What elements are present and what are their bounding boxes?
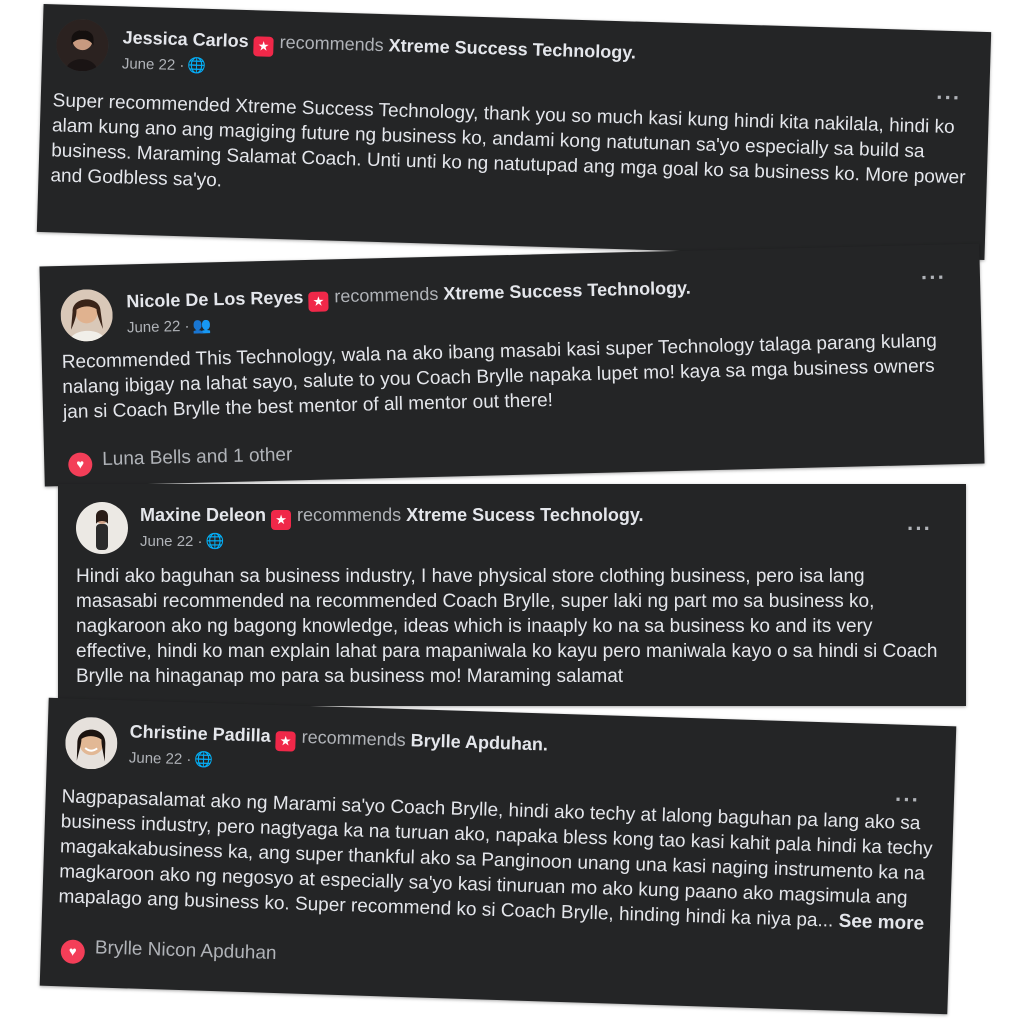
- recommendation-post-4: Christine Padilla ★ recommends Brylle Apduh…: [39, 697, 957, 1015]
- heart-icon: ♥: [68, 452, 93, 477]
- author-name[interactable]: Nicole De Los Reyes: [126, 287, 304, 311]
- heart-icon: ♥: [60, 939, 86, 965]
- post-meta: June 22 · 🌐: [122, 54, 207, 74]
- reactions-summary[interactable]: ♥ Brylle Nicon Apduhan: [60, 936, 277, 970]
- avatar[interactable]: [76, 502, 128, 554]
- avatar[interactable]: [55, 18, 110, 72]
- post-header: Nicole De Los Reyes ★ recommends Xtreme Suc…: [126, 277, 691, 312]
- globe-icon: 🌐: [187, 57, 207, 75]
- reactions-summary[interactable]: ♥ Luna Bells and 1 other: [68, 444, 293, 477]
- recommendation-badge-icon: ★: [308, 291, 329, 312]
- more-options-icon[interactable]: ···: [907, 518, 932, 540]
- friends-icon: 👥: [192, 317, 212, 335]
- globe-icon: 🌐: [194, 751, 214, 769]
- see-more-link[interactable]: See more: [838, 911, 924, 935]
- avatar[interactable]: [60, 288, 114, 343]
- recommendation-post-3: Maxine Deleon ★ recommends Xtreme Sucess Te…: [58, 484, 966, 706]
- post-text: Nagpapasalamat ako ng Marami sa'yo Coach…: [58, 784, 937, 936]
- post-text: Hindi ako baguhan sa business industry, …: [76, 566, 938, 687]
- more-options-icon[interactable]: ···: [936, 85, 962, 111]
- recommends-text: recommends: [297, 505, 402, 525]
- post-meta: June 22 · 🌐: [129, 748, 214, 769]
- recommends-text: recommends: [301, 726, 407, 751]
- more-options-icon[interactable]: ···: [921, 264, 947, 290]
- more-options-icon[interactable]: ···: [895, 786, 921, 812]
- recommendation-badge-icon: ★: [271, 510, 292, 530]
- post-header: Maxine Deleon ★ recommends Xtreme Sucess Te…: [140, 504, 644, 530]
- post-date[interactable]: June 22 ·: [127, 318, 190, 337]
- globe-icon: 🌐: [205, 533, 225, 550]
- reactions-text: Brylle Nicon Apduhan: [94, 937, 277, 965]
- reactions-text: Luna Bells and 1 other: [101, 444, 293, 471]
- page-name[interactable]: Xtreme Success Technology: [388, 35, 631, 62]
- recommendation-post-1: Jessica Carlos ★ recommends Xtreme Success …: [36, 3, 992, 261]
- page-name[interactable]: Brylle Apduhan: [410, 730, 543, 754]
- author-name[interactable]: Jessica Carlos: [122, 27, 249, 51]
- post-text: Recommended This Technology, wala na ako…: [61, 330, 938, 423]
- page-name[interactable]: Xtreme Success Technology: [443, 278, 686, 304]
- post-meta: June 22 · 👥: [127, 316, 212, 336]
- recommends-text: recommends: [334, 283, 439, 307]
- recommends-text: recommends: [279, 32, 384, 56]
- post-date[interactable]: June 22 ·: [129, 749, 192, 768]
- author-name[interactable]: Christine Padilla: [129, 721, 271, 745]
- avatar[interactable]: [64, 716, 119, 770]
- post-date[interactable]: June 22 ·: [140, 533, 203, 550]
- post-text: Super recommended Xtreme Success Technol…: [50, 90, 966, 192]
- post-date[interactable]: June 22 ·: [122, 55, 185, 74]
- author-name[interactable]: Maxine Deleon: [140, 505, 266, 525]
- page-name[interactable]: Xtreme Sucess Technology: [406, 505, 638, 525]
- post-text-content: Nagpapasalamat ako ng Marami sa'yo Coach…: [58, 786, 933, 932]
- recommendation-badge-icon: ★: [253, 36, 274, 57]
- post-meta: June 22 · 🌐: [140, 532, 224, 550]
- recommendation-badge-icon: ★: [275, 730, 296, 752]
- recommendation-post-2: Nicole De Los Reyes ★ recommends Xtreme Suc…: [39, 243, 985, 487]
